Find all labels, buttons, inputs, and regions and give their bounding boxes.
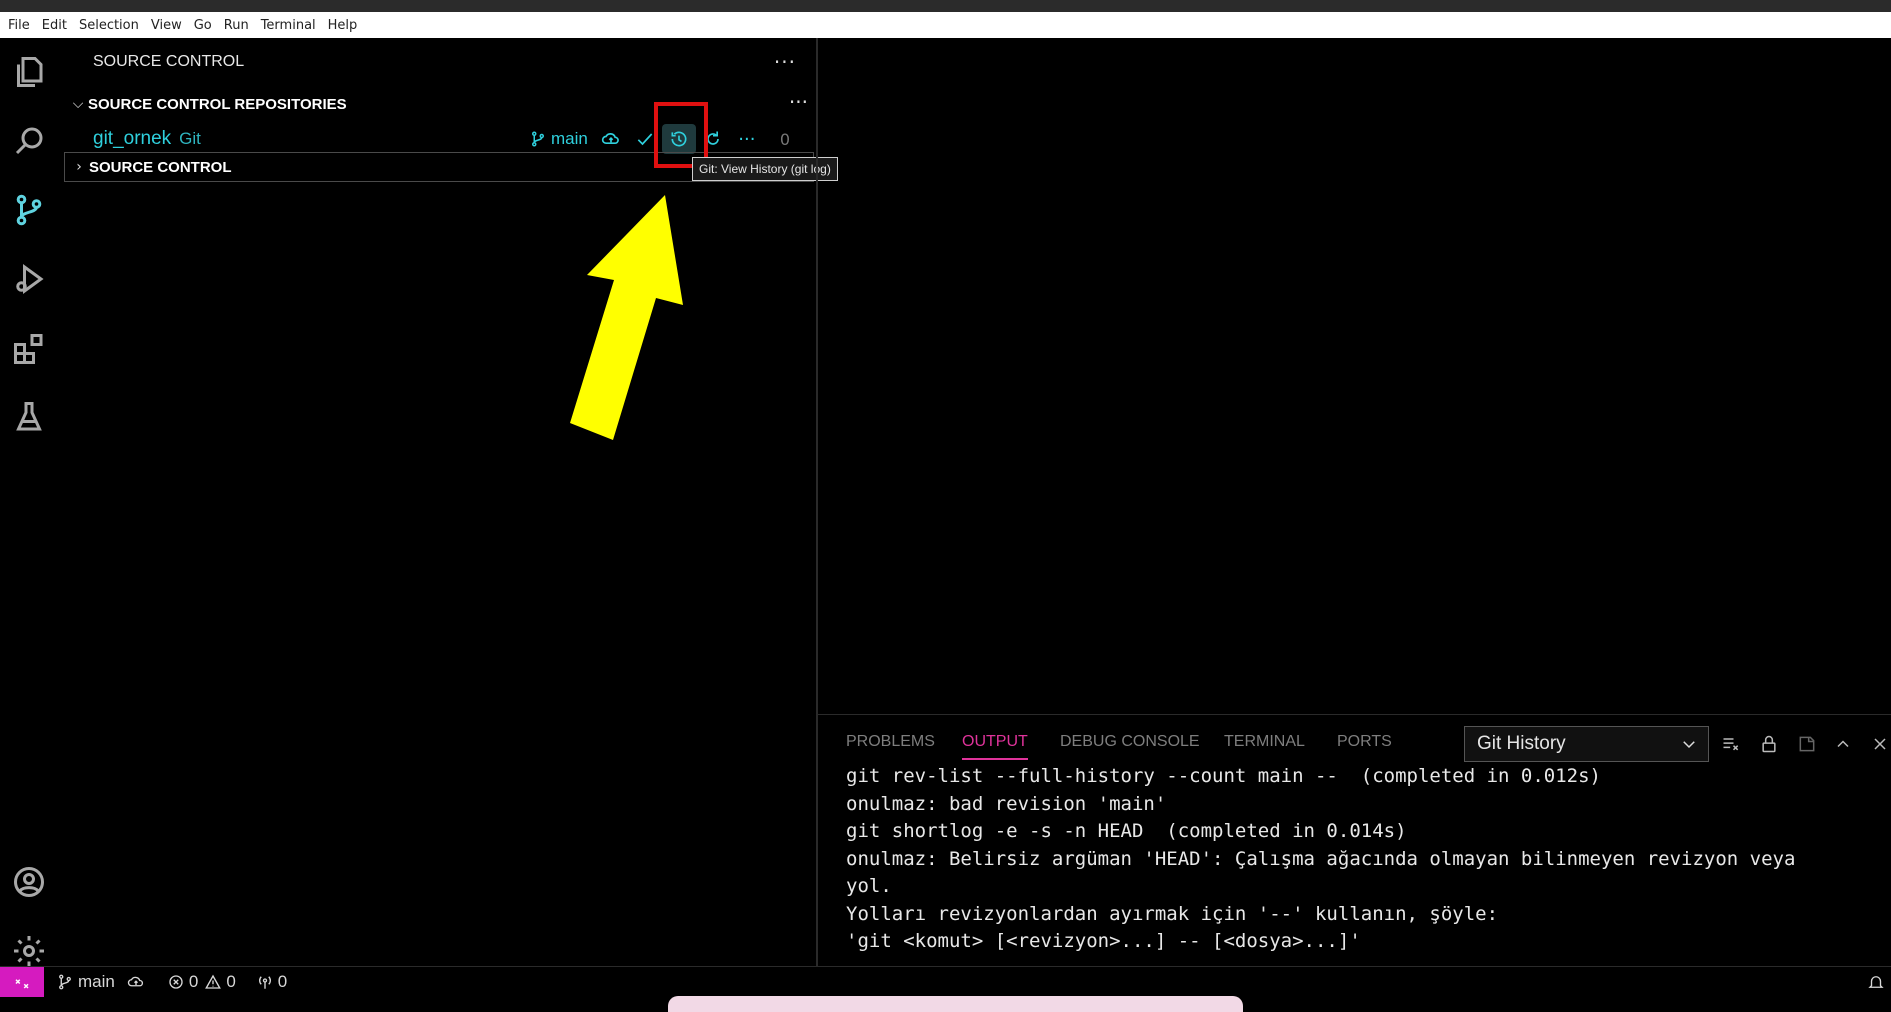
publish-cloud-icon[interactable] bbox=[594, 124, 628, 154]
status-errors: 0 bbox=[188, 971, 199, 991]
menu-file[interactable]: File bbox=[2, 18, 36, 33]
chevron-down-icon: ⌵ bbox=[72, 96, 84, 112]
sidebar-more-icon[interactable]: ··· bbox=[774, 50, 796, 74]
testing-icon[interactable] bbox=[9, 397, 49, 437]
output-line: git shortlog -e -s -n HEAD (completed in… bbox=[846, 820, 1407, 842]
taskbar-dock bbox=[668, 996, 1243, 1012]
tab-debug-console[interactable]: DEBUG CONSOLE bbox=[1060, 733, 1200, 751]
branch-name: main bbox=[551, 129, 588, 148]
status-bar: main 0 0 0 bbox=[0, 966, 1891, 997]
output-line: onulmaz: Belirsiz argüman 'HEAD': Çalışm… bbox=[846, 847, 1796, 870]
search-icon[interactable] bbox=[9, 121, 49, 161]
menu-bar: File Edit Selection View Go Run Terminal… bbox=[0, 12, 1891, 38]
tab-problems[interactable]: PROBLEMS bbox=[846, 733, 935, 751]
activity-bar bbox=[0, 38, 58, 966]
panel-tabs: PROBLEMS OUTPUT DEBUG CONSOLE TERMINAL P… bbox=[818, 715, 1891, 767]
bottom-panel: PROBLEMS OUTPUT DEBUG CONSOLE TERMINAL P… bbox=[818, 714, 1891, 966]
error-icon bbox=[169, 974, 183, 989]
menu-edit[interactable]: Edit bbox=[36, 18, 73, 33]
tab-output[interactable]: OUTPUT bbox=[962, 733, 1028, 760]
output-log: git rev-list --full-history --count main… bbox=[846, 763, 1876, 967]
remote-icon bbox=[15, 978, 29, 989]
broadcast-icon bbox=[258, 975, 271, 989]
menu-go[interactable]: Go bbox=[188, 18, 218, 33]
clear-output-icon[interactable] bbox=[1718, 731, 1744, 757]
status-ports[interactable]: 0 bbox=[256, 972, 287, 992]
chevron-down-icon bbox=[1683, 741, 1695, 749]
maximize-panel-icon[interactable] bbox=[1830, 731, 1856, 757]
status-problems[interactable]: 0 0 bbox=[167, 972, 236, 992]
open-in-editor-icon[interactable] bbox=[1794, 731, 1820, 757]
branch-icon bbox=[532, 131, 544, 147]
bell-icon[interactable] bbox=[1867, 973, 1885, 991]
repositories-section-label: SOURCE CONTROL REPOSITORIES bbox=[88, 95, 347, 113]
status-branch-name: main bbox=[78, 971, 115, 991]
menu-terminal[interactable]: Terminal bbox=[255, 18, 322, 33]
sidebar-title: SOURCE CONTROL bbox=[93, 53, 245, 70]
status-warnings: 0 bbox=[226, 971, 236, 991]
output-line: 'git <komut> [<revizyon>...] -- [<dosya>… bbox=[846, 930, 1361, 952]
tab-terminal[interactable]: TERMINAL bbox=[1224, 733, 1305, 751]
menu-selection[interactable]: Selection bbox=[73, 18, 145, 33]
output-line: onulmaz: bad revision 'main' bbox=[846, 792, 1167, 815]
tab-ports[interactable]: PORTS bbox=[1337, 733, 1392, 751]
remote-indicator[interactable] bbox=[0, 966, 44, 997]
cloud-upload-icon bbox=[127, 976, 143, 986]
output-channel-select[interactable]: Git History bbox=[1464, 726, 1709, 762]
lock-scroll-icon[interactable] bbox=[1756, 731, 1782, 757]
output-line: yol. bbox=[846, 875, 892, 897]
account-icon[interactable] bbox=[9, 862, 49, 902]
source-control-icon[interactable] bbox=[9, 190, 49, 230]
close-panel-icon[interactable] bbox=[1867, 731, 1891, 757]
branch-icon bbox=[59, 974, 71, 989]
repo-more-icon[interactable]: ··· bbox=[730, 124, 764, 154]
annotation-arrow bbox=[570, 195, 683, 440]
changes-count: 0 bbox=[779, 129, 791, 149]
warning-icon bbox=[205, 974, 222, 989]
output-channel-value: Git History bbox=[1477, 733, 1566, 754]
repo-kind: Git bbox=[179, 129, 201, 148]
settings-gear-icon[interactable] bbox=[9, 931, 49, 971]
branch-button[interactable]: main bbox=[529, 129, 588, 149]
repo-name: git_ornek bbox=[93, 128, 172, 149]
source-control-section-label: SOURCE CONTROL bbox=[89, 158, 232, 176]
menu-view[interactable]: View bbox=[145, 18, 188, 33]
chevron-right-icon: › bbox=[76, 159, 82, 175]
menu-help[interactable]: Help bbox=[322, 18, 364, 33]
extensions-icon[interactable] bbox=[9, 329, 49, 369]
run-debug-icon[interactable] bbox=[9, 259, 49, 299]
menu-run[interactable]: Run bbox=[218, 18, 255, 33]
output-line: git rev-list --full-history --count main… bbox=[846, 765, 1601, 787]
explorer-icon[interactable] bbox=[9, 52, 49, 92]
window-title-bar bbox=[0, 0, 1891, 12]
repositories-more-icon[interactable]: ··· bbox=[789, 90, 808, 114]
status-branch[interactable]: main bbox=[56, 972, 115, 992]
output-line: Yolları revizyonlardan ayırmak için '--'… bbox=[846, 902, 1499, 925]
status-sync[interactable] bbox=[127, 973, 149, 991]
status-ports-count: 0 bbox=[277, 971, 288, 991]
